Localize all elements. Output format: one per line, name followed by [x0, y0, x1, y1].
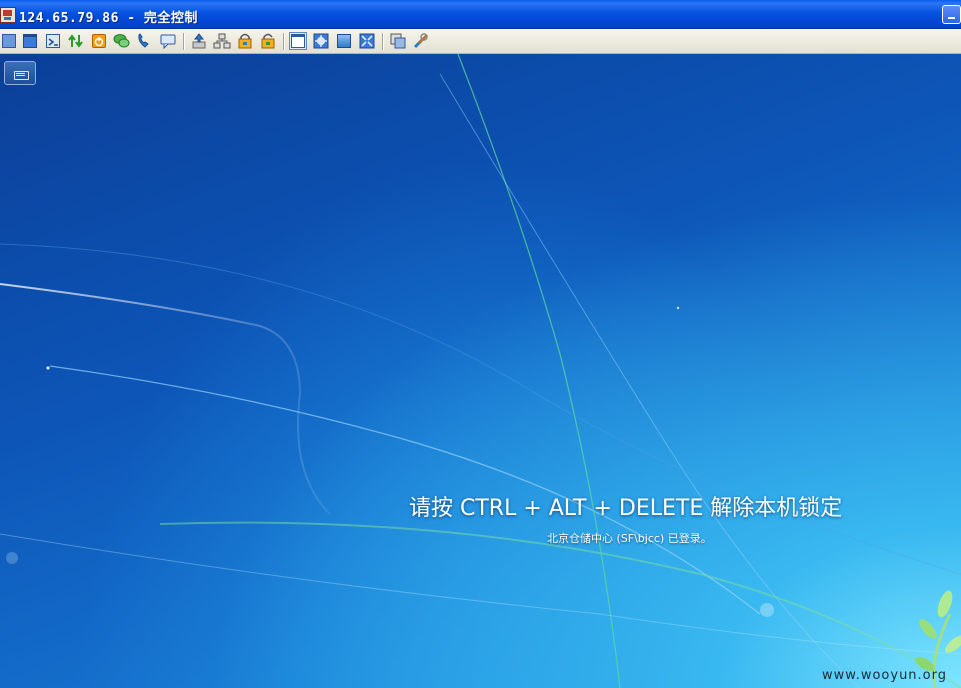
chat-icon[interactable]: [113, 32, 131, 50]
app-icon[interactable]: [0, 7, 16, 23]
window-mode-icon[interactable]: [289, 32, 307, 50]
message-icon[interactable]: [159, 32, 177, 50]
remote-toolbar: [0, 29, 961, 54]
power-icon[interactable]: [90, 32, 108, 50]
toolbar-separator: [183, 33, 184, 50]
upload-icon[interactable]: [190, 32, 208, 50]
scale-icon[interactable]: [358, 32, 376, 50]
title-bar[interactable]: 124.65.79.86 - 完全控制: [0, 0, 961, 29]
toolbar-separator: [283, 33, 284, 50]
phone-icon[interactable]: [136, 32, 154, 50]
fit-screen-icon[interactable]: [312, 32, 330, 50]
send-ctrl-alt-del-icon[interactable]: [0, 32, 18, 50]
file-transfer-icon[interactable]: [67, 32, 85, 50]
lock-icon[interactable]: [236, 32, 254, 50]
terminal-icon[interactable]: [44, 32, 62, 50]
copy-icon[interactable]: [389, 32, 407, 50]
settings-tools-icon[interactable]: [412, 32, 430, 50]
screen-icon[interactable]: [21, 32, 39, 50]
logon-user-info: 北京仓储中心 (SF\bjcc) 已登录。: [547, 532, 712, 545]
network-icon[interactable]: [213, 32, 231, 50]
lock-message: 请按 CTRL + ALT + DELETE 解除本机锁定: [409, 496, 843, 521]
unlock-icon[interactable]: [259, 32, 277, 50]
minimize-button[interactable]: [942, 5, 961, 24]
toolbar-separator: [382, 33, 383, 50]
on-screen-keyboard-button[interactable]: [4, 61, 36, 85]
wallpaper-streaks: [0, 54, 961, 688]
watermark: www.wooyun.org: [822, 668, 948, 683]
remote-desktop[interactable]: 请按 CTRL + ALT + DELETE 解除本机锁定 北京仓储中心 (SF…: [0, 54, 961, 688]
window-title: 124.65.79.86 - 完全控制: [19, 11, 198, 26]
fullscreen-icon[interactable]: [335, 32, 353, 50]
